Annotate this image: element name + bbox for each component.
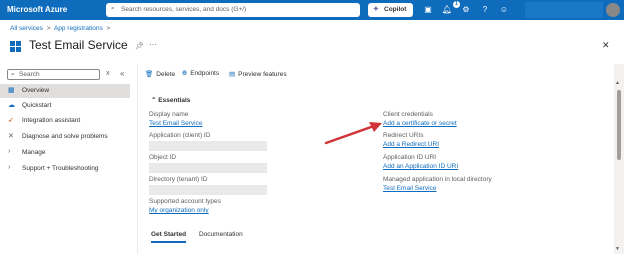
annotation-arrow [324, 122, 382, 145]
